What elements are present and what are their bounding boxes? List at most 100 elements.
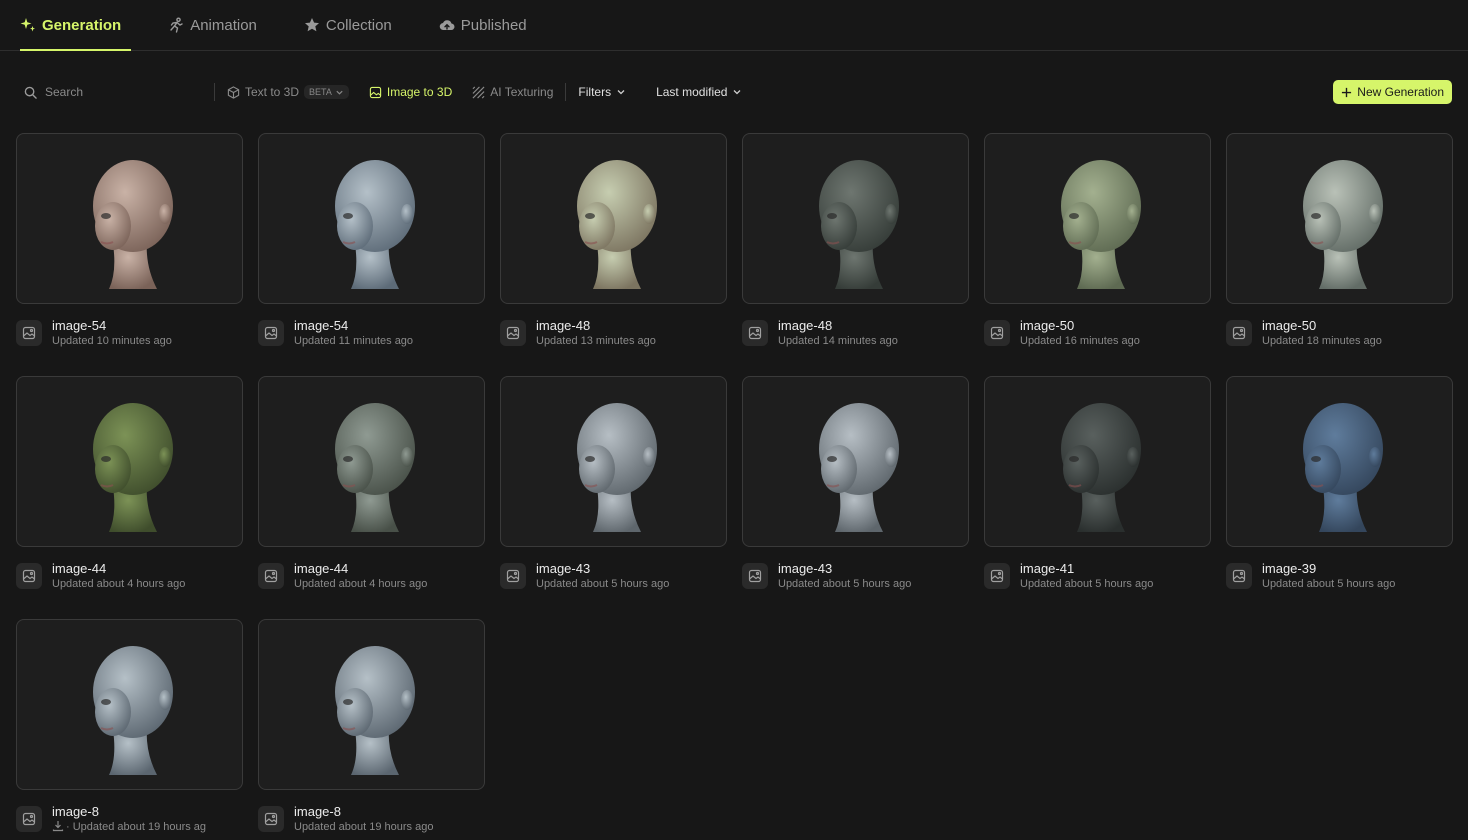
card-updated: · Updated about 19 hours ag bbox=[52, 820, 206, 835]
tab-generation[interactable]: Generation bbox=[20, 0, 132, 51]
card-meta: image-50 Updated 18 minutes ago bbox=[1226, 318, 1453, 349]
filters-label: Filters bbox=[578, 85, 612, 99]
generation-card[interactable]: image-54 Updated 10 minutes ago bbox=[16, 133, 243, 376]
card-meta: image-41 Updated about 5 hours ago bbox=[984, 561, 1211, 592]
generation-card[interactable]: image-50 Updated 18 minutes ago bbox=[1226, 133, 1453, 376]
generation-card[interactable]: image-44 Updated about 4 hours ago bbox=[16, 376, 243, 619]
filter-text-to-3d[interactable]: Text to 3D BETA bbox=[227, 85, 349, 99]
image-type-icon bbox=[742, 563, 768, 589]
card-updated: Updated about 4 hours ago bbox=[294, 578, 428, 590]
generation-card[interactable]: image-41 Updated about 5 hours ago bbox=[984, 376, 1211, 619]
model-thumbnail[interactable] bbox=[984, 133, 1211, 304]
top-navigation: Generation Animation Collection Publishe… bbox=[0, 0, 1468, 51]
model-thumbnail[interactable] bbox=[258, 133, 485, 304]
image-type-icon bbox=[1226, 320, 1252, 346]
plus-icon bbox=[1342, 87, 1352, 97]
filters-dropdown[interactable]: Filters bbox=[578, 85, 626, 99]
search-input[interactable] bbox=[45, 85, 185, 99]
sort-label: Last modified bbox=[656, 85, 728, 99]
image-icon bbox=[369, 86, 382, 98]
generation-card[interactable]: image-8 Updated about 19 hours ago bbox=[258, 619, 485, 840]
cube-icon bbox=[227, 85, 240, 99]
beta-badge[interactable]: BETA bbox=[304, 85, 349, 99]
download-icon[interactable] bbox=[52, 820, 64, 832]
model-thumbnail[interactable] bbox=[16, 376, 243, 547]
card-title: image-41 bbox=[1020, 561, 1075, 576]
sort-dropdown[interactable]: Last modified bbox=[656, 85, 742, 99]
card-updated: Updated 11 minutes ago bbox=[294, 335, 414, 347]
card-updated: Updated about 5 hours ago bbox=[1262, 578, 1396, 590]
model-thumbnail[interactable] bbox=[1226, 376, 1453, 547]
sparkle-icon bbox=[20, 18, 35, 32]
tab-animation[interactable]: Animation bbox=[168, 0, 257, 50]
card-title: image-8 bbox=[52, 804, 99, 819]
new-generation-label: New Generation bbox=[1357, 85, 1444, 99]
new-generation-button[interactable]: New Generation bbox=[1333, 80, 1452, 104]
model-preview bbox=[576, 402, 657, 532]
card-meta: image-54 Updated 10 minutes ago bbox=[16, 318, 243, 349]
generation-card[interactable]: image-50 Updated 16 minutes ago bbox=[984, 133, 1211, 376]
toolbar-divider bbox=[565, 83, 567, 101]
image-type-icon bbox=[1226, 563, 1252, 589]
model-thumbnail[interactable] bbox=[500, 376, 727, 547]
tab-published-label: Published bbox=[460, 16, 527, 34]
model-thumbnail[interactable] bbox=[1226, 133, 1453, 304]
image-type-icon bbox=[16, 320, 42, 346]
card-title: image-50 bbox=[1020, 318, 1075, 333]
image-type-icon bbox=[16, 806, 42, 832]
model-preview bbox=[1302, 159, 1383, 289]
card-meta: image-44 Updated about 4 hours ago bbox=[16, 561, 243, 592]
model-thumbnail[interactable] bbox=[742, 133, 969, 304]
tab-animation-label: Animation bbox=[190, 16, 257, 34]
generation-card[interactable]: image-48 Updated 14 minutes ago bbox=[742, 133, 969, 376]
card-title: image-48 bbox=[778, 318, 833, 333]
model-preview bbox=[334, 645, 415, 775]
card-updated: Updated 10 minutes ago bbox=[52, 335, 172, 347]
card-title: image-48 bbox=[536, 318, 591, 333]
generation-card[interactable]: image-43 Updated about 5 hours ago bbox=[500, 376, 727, 619]
card-updated: Updated about 5 hours ago bbox=[778, 578, 912, 590]
card-updated: Updated 13 minutes ago bbox=[536, 335, 656, 347]
card-title: image-43 bbox=[778, 561, 833, 576]
model-thumbnail[interactable] bbox=[984, 376, 1211, 547]
model-thumbnail[interactable] bbox=[258, 619, 485, 790]
generation-card[interactable]: image-44 Updated about 4 hours ago bbox=[258, 376, 485, 619]
model-thumbnail[interactable] bbox=[258, 376, 485, 547]
card-title: image-54 bbox=[52, 318, 107, 333]
card-updated: Updated about 4 hours ago bbox=[52, 578, 186, 590]
model-preview bbox=[92, 159, 173, 289]
toolbar-divider bbox=[214, 83, 215, 101]
star-icon bbox=[304, 18, 319, 32]
card-meta: image-50 Updated 16 minutes ago bbox=[984, 318, 1211, 349]
generation-card[interactable]: image-8 · Updated about 19 hours ag bbox=[16, 619, 243, 840]
filter-image-to-3d[interactable]: Image to 3D bbox=[369, 85, 452, 99]
generation-grid: image-54 Updated 10 minutes ago image-54… bbox=[0, 133, 1468, 840]
image-type-icon bbox=[742, 320, 768, 346]
image-type-icon bbox=[258, 563, 284, 589]
tab-published[interactable]: Published bbox=[439, 0, 527, 50]
generation-card[interactable]: image-48 Updated 13 minutes ago bbox=[500, 133, 727, 376]
model-preview bbox=[334, 402, 415, 532]
card-meta: image-48 Updated 13 minutes ago bbox=[500, 318, 727, 349]
card-title: image-8 bbox=[294, 804, 341, 819]
tab-collection[interactable]: Collection bbox=[304, 0, 392, 50]
model-preview bbox=[1302, 402, 1383, 532]
card-title: image-44 bbox=[52, 561, 107, 576]
model-preview bbox=[334, 159, 415, 289]
model-thumbnail[interactable] bbox=[16, 619, 243, 790]
filter-ai-texturing[interactable]: AI Texturing bbox=[472, 85, 553, 99]
chevron-down-icon bbox=[617, 90, 625, 95]
card-updated: Updated 14 minutes ago bbox=[778, 335, 898, 347]
generation-card[interactable]: image-43 Updated about 5 hours ago bbox=[742, 376, 969, 619]
model-thumbnail[interactable] bbox=[16, 133, 243, 304]
model-thumbnail[interactable] bbox=[500, 133, 727, 304]
card-meta: image-39 Updated about 5 hours ago bbox=[1226, 561, 1453, 592]
card-updated: Updated about 5 hours ago bbox=[1020, 578, 1154, 590]
generation-card[interactable]: image-54 Updated 11 minutes ago bbox=[258, 133, 485, 376]
model-thumbnail[interactable] bbox=[742, 376, 969, 547]
image-type-icon bbox=[500, 563, 526, 589]
card-title: image-43 bbox=[536, 561, 591, 576]
generation-card[interactable]: image-39 Updated about 5 hours ago bbox=[1226, 376, 1453, 619]
card-title: image-44 bbox=[294, 561, 349, 576]
card-title: image-39 bbox=[1262, 561, 1317, 576]
